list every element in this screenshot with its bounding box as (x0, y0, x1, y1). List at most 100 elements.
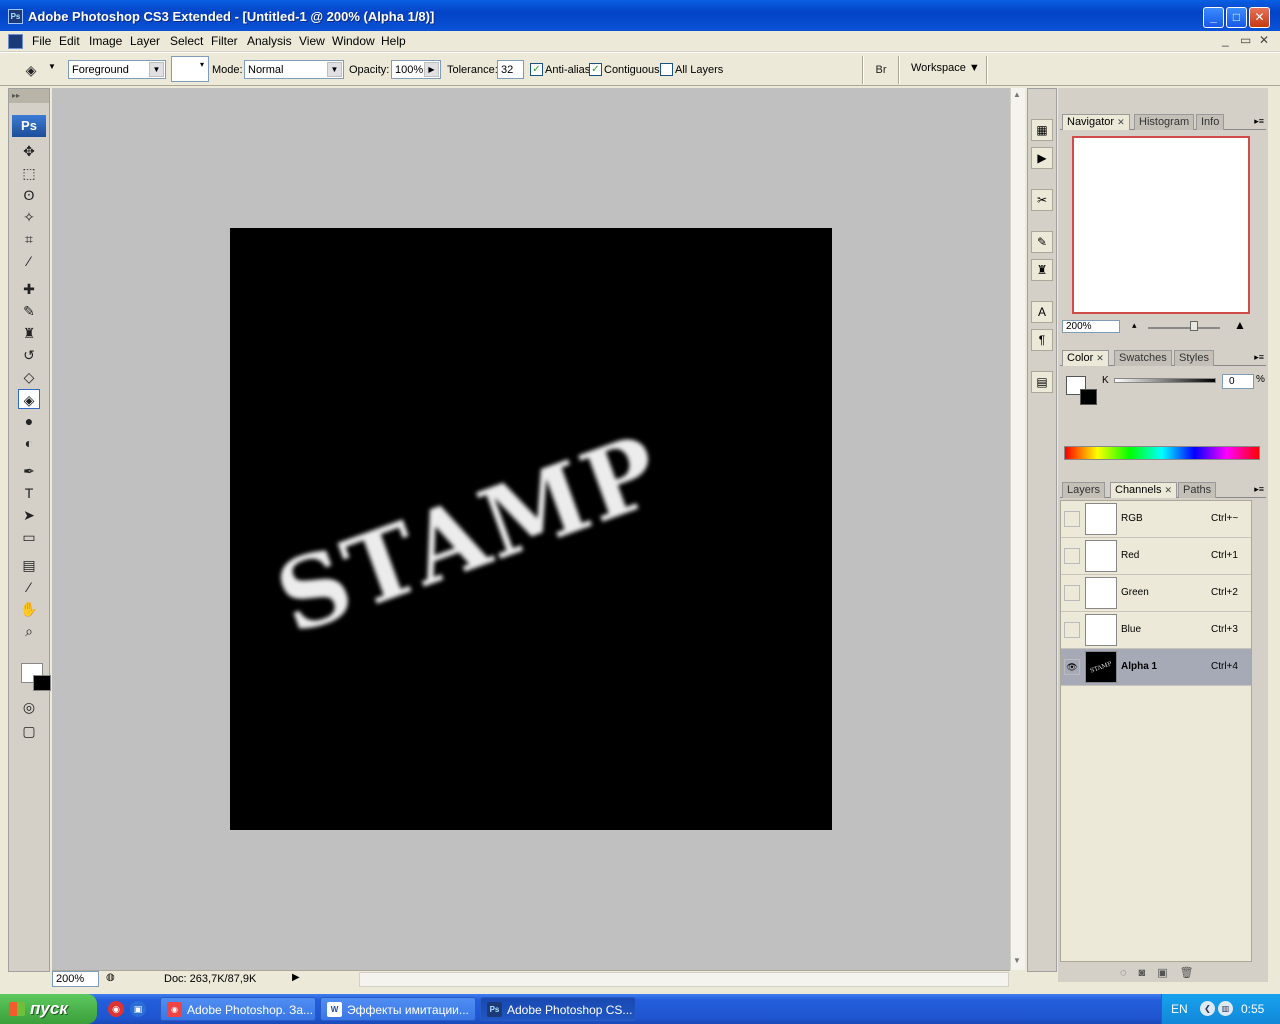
magic-wand-tool-icon[interactable]: ✧ (18, 207, 40, 227)
start-button[interactable]: пуск (0, 994, 97, 1024)
color-spectrum-bar[interactable] (1064, 446, 1260, 460)
opacity-input[interactable]: 100% ▶ (391, 60, 441, 79)
zoom-tool-icon[interactable]: ⌕ (18, 621, 40, 641)
clone-stamp-tool-icon[interactable]: ♜ (18, 323, 40, 343)
move-tool-icon[interactable]: ✥ (18, 141, 40, 161)
tab-styles[interactable]: Styles (1174, 350, 1214, 366)
channel-row-green[interactable]: Green Ctrl+2 (1061, 575, 1251, 612)
shape-tool-icon[interactable]: ▭ (18, 527, 40, 547)
eyedropper-tool-icon[interactable]: ⁄ (18, 577, 40, 597)
desktop-quicklaunch-icon[interactable]: ▣ (130, 1001, 146, 1017)
brushes-icon[interactable]: ✎ (1031, 231, 1053, 253)
doc-restore-button[interactable]: ▭ (1240, 33, 1251, 47)
menu-edit[interactable]: Edit (59, 34, 80, 48)
navigator-zoom-input[interactable]: 200% (1062, 320, 1120, 333)
panel-menu-icon[interactable]: ▸≡ (1254, 484, 1264, 495)
menu-filter[interactable]: Filter (211, 34, 238, 48)
channel-row-blue[interactable]: Blue Ctrl+3 (1061, 612, 1251, 649)
channel-row-alpha-1[interactable]: 👁 STAMP Alpha 1 Ctrl+4 (1061, 649, 1251, 686)
document-canvas[interactable]: STAMP (230, 228, 832, 830)
clone-source-icon[interactable]: ♜ (1031, 259, 1053, 281)
horizontal-scrollbar[interactable] (359, 972, 1009, 987)
lasso-tool-icon[interactable]: ʘ (18, 185, 40, 205)
layer-comps-icon[interactable]: ▦ (1031, 119, 1053, 141)
network-icon[interactable]: ▥ (1218, 1001, 1233, 1016)
background-color-swatch[interactable] (33, 675, 51, 691)
minimize-button[interactable]: _ (1203, 7, 1224, 28)
eye-icon[interactable] (1064, 511, 1080, 527)
menu-file[interactable]: File (32, 34, 51, 48)
notes-tool-icon[interactable]: ▤ (18, 555, 40, 575)
tray-arrow-icon[interactable]: ❮ (1200, 1001, 1215, 1016)
channel-row-red[interactable]: Red Ctrl+1 (1061, 538, 1251, 575)
anti-alias-checkbox[interactable]: ✓ (530, 63, 543, 76)
tab-histogram[interactable]: Histogram (1134, 114, 1195, 130)
mode-select[interactable]: Normal ▼ (244, 60, 344, 79)
menu-select[interactable]: Select (170, 34, 203, 48)
tab-swatches[interactable]: Swatches (1114, 350, 1172, 366)
photoshop-logo[interactable]: Ps (12, 115, 46, 137)
scroll-down-arrow[interactable]: ▼ (1013, 956, 1021, 965)
screen-mode-icon[interactable]: ▢ (18, 721, 40, 741)
panel-menu-icon[interactable]: ▸≡ (1254, 116, 1264, 127)
tab-color[interactable]: Color ✕ (1062, 350, 1109, 366)
chrome-quicklaunch-icon[interactable]: ◉ (108, 1001, 124, 1017)
k-channel-slider[interactable] (1114, 378, 1216, 383)
new-channel-icon[interactable]: ▣ (1157, 967, 1179, 979)
crop-tool-icon[interactable]: ⌗ (18, 229, 40, 249)
taskbar-item-chrome[interactable]: ◉ Adobe Photoshop. За... (160, 997, 316, 1021)
maximize-button[interactable]: □ (1226, 7, 1247, 28)
save-selection-icon[interactable]: ◙ (1139, 967, 1158, 979)
character-icon[interactable]: A (1031, 301, 1053, 323)
navigator-preview[interactable] (1072, 136, 1250, 314)
delete-channel-icon[interactable]: 🗑 (1180, 967, 1206, 979)
navigator-slider-thumb[interactable] (1190, 321, 1198, 331)
toolbox-grip[interactable]: ▸▸ (9, 89, 49, 103)
workspace-button[interactable]: Workspace ▼ (911, 62, 980, 74)
brush-tool-icon[interactable]: ✎ (18, 301, 40, 321)
status-zoom-input[interactable]: 200% (52, 971, 99, 987)
tab-paths[interactable]: Paths (1178, 482, 1217, 498)
close-icon[interactable]: ✕ (1164, 485, 1172, 495)
marquee-tool-icon[interactable]: ⬚ (18, 163, 40, 183)
hand-tool-icon[interactable]: ✋ (18, 599, 40, 619)
paint-bucket-preset-icon[interactable]: ◈ (20, 60, 42, 80)
document-icon[interactable] (8, 34, 23, 49)
menu-window[interactable]: Window (332, 34, 375, 48)
eye-icon[interactable] (1064, 548, 1080, 564)
close-icon[interactable]: ✕ (1117, 117, 1125, 127)
menu-view[interactable]: View (299, 34, 325, 48)
fill-source-select[interactable]: Foreground ▼ (68, 60, 166, 79)
status-info-icon[interactable]: ◍ (106, 972, 115, 983)
k-channel-input[interactable]: 0 (1222, 374, 1254, 389)
close-button[interactable]: ✕ (1249, 7, 1270, 28)
quick-mask-icon[interactable]: ◎ (18, 697, 40, 717)
doc-minimize-button[interactable]: _ (1222, 33, 1229, 47)
paragraph-icon[interactable]: ¶ (1031, 329, 1053, 351)
chevron-right-icon[interactable]: ▶ (424, 62, 439, 77)
tool-presets-icon[interactable]: ✂ (1031, 189, 1053, 211)
eye-icon[interactable] (1064, 585, 1080, 601)
menu-analysis[interactable]: Analysis (247, 34, 292, 48)
contiguous-checkbox[interactable]: ✓ (589, 63, 602, 76)
load-selection-icon[interactable]: ◌ (1120, 967, 1139, 979)
dodge-tool-icon[interactable]: ◐ (18, 433, 40, 453)
doc-close-button[interactable]: ✕ (1259, 33, 1269, 47)
menu-help[interactable]: Help (381, 34, 406, 48)
pen-tool-icon[interactable]: ✒ (18, 461, 40, 481)
status-menu-arrow[interactable]: ▶ (292, 972, 300, 983)
blur-tool-icon[interactable]: ● (18, 411, 40, 431)
slice-tool-icon[interactable]: ⁄ (18, 251, 40, 271)
language-indicator[interactable]: EN (1171, 1002, 1188, 1016)
measurement-log-icon[interactable]: ▤ (1031, 371, 1053, 393)
tab-navigator[interactable]: Navigator ✕ (1062, 114, 1130, 130)
navigator-zoom-slider[interactable] (1148, 327, 1220, 329)
paint-bucket-tool-icon[interactable]: ◈ (18, 389, 40, 409)
tab-info[interactable]: Info (1196, 114, 1225, 130)
tolerance-input[interactable]: 32 (497, 60, 524, 79)
taskbar-item-word[interactable]: W Эффекты имитации... (320, 997, 476, 1021)
tab-layers[interactable]: Layers (1062, 482, 1106, 498)
tab-channels[interactable]: Channels ✕ (1110, 482, 1178, 498)
menu-layer[interactable]: Layer (130, 34, 160, 48)
zoom-out-icon[interactable]: ▴ (1132, 320, 1137, 331)
